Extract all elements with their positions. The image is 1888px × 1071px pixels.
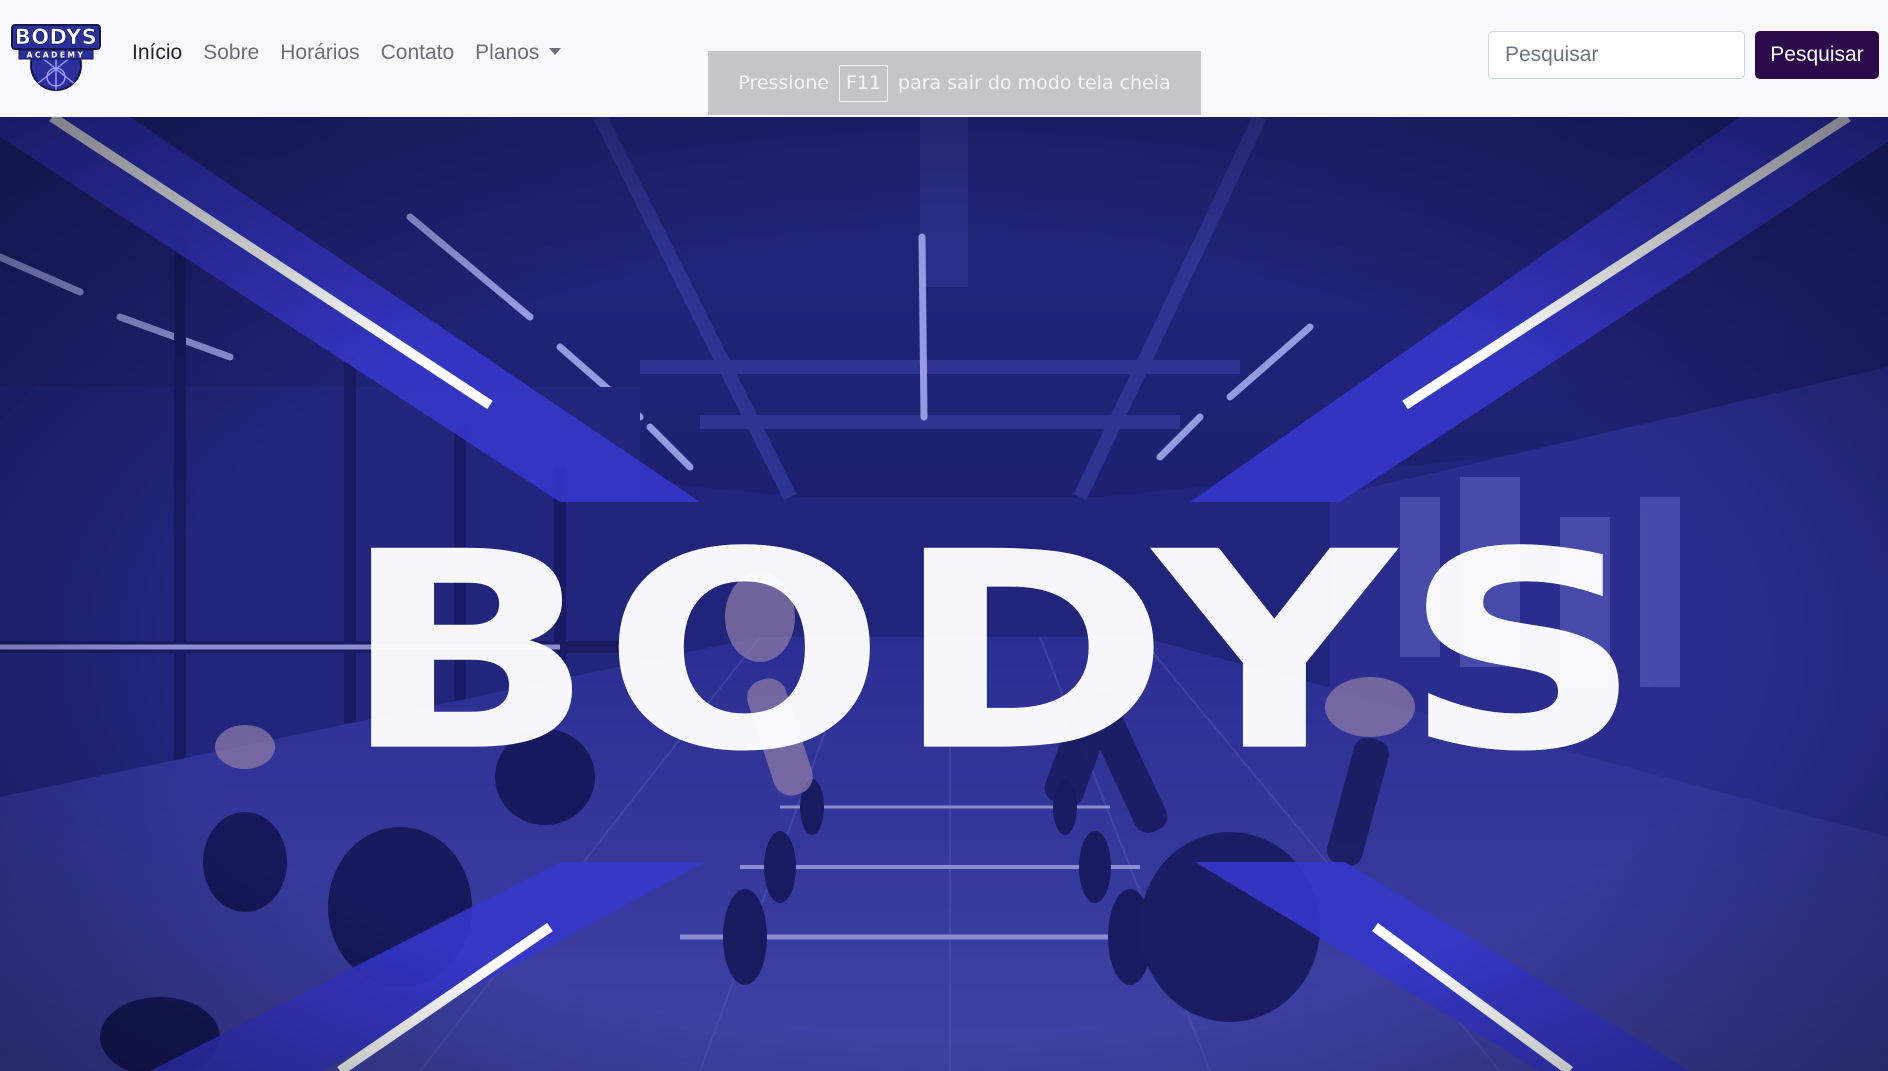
nav-links: Início Sobre Horários Contato Planos [132, 38, 582, 68]
fullscreen-notice-before: Pressione [738, 72, 829, 94]
fullscreen-exit-notice: Pressione F11 para sair do modo tela che… [708, 51, 1201, 115]
search-button[interactable]: Pesquisar [1755, 31, 1879, 79]
hero-title: BODYS [340, 494, 1650, 812]
bodys-academy-logo[interactable]: BODYS ACADEMY [11, 19, 101, 91]
nav-dropdown-planos[interactable]: Planos [475, 38, 562, 68]
nav-link-sobre[interactable]: Sobre [203, 38, 259, 68]
nav-dropdown-planos-label: Planos [475, 41, 540, 64]
fullscreen-notice-after: para sair do modo tela cheia [898, 72, 1171, 94]
logo-text-top: BODYS [15, 25, 98, 49]
logo-text-bottom: ACADEMY [27, 51, 86, 60]
caret-down-icon [549, 47, 562, 55]
nav-link-horarios[interactable]: Horários [280, 38, 359, 68]
nav-link-contato[interactable]: Contato [381, 38, 455, 68]
f11-key-badge: F11 [838, 64, 889, 102]
nav-link-inicio[interactable]: Início [132, 38, 182, 68]
search-input[interactable] [1488, 31, 1745, 79]
hero-banner: BODYS [0, 117, 1888, 1071]
